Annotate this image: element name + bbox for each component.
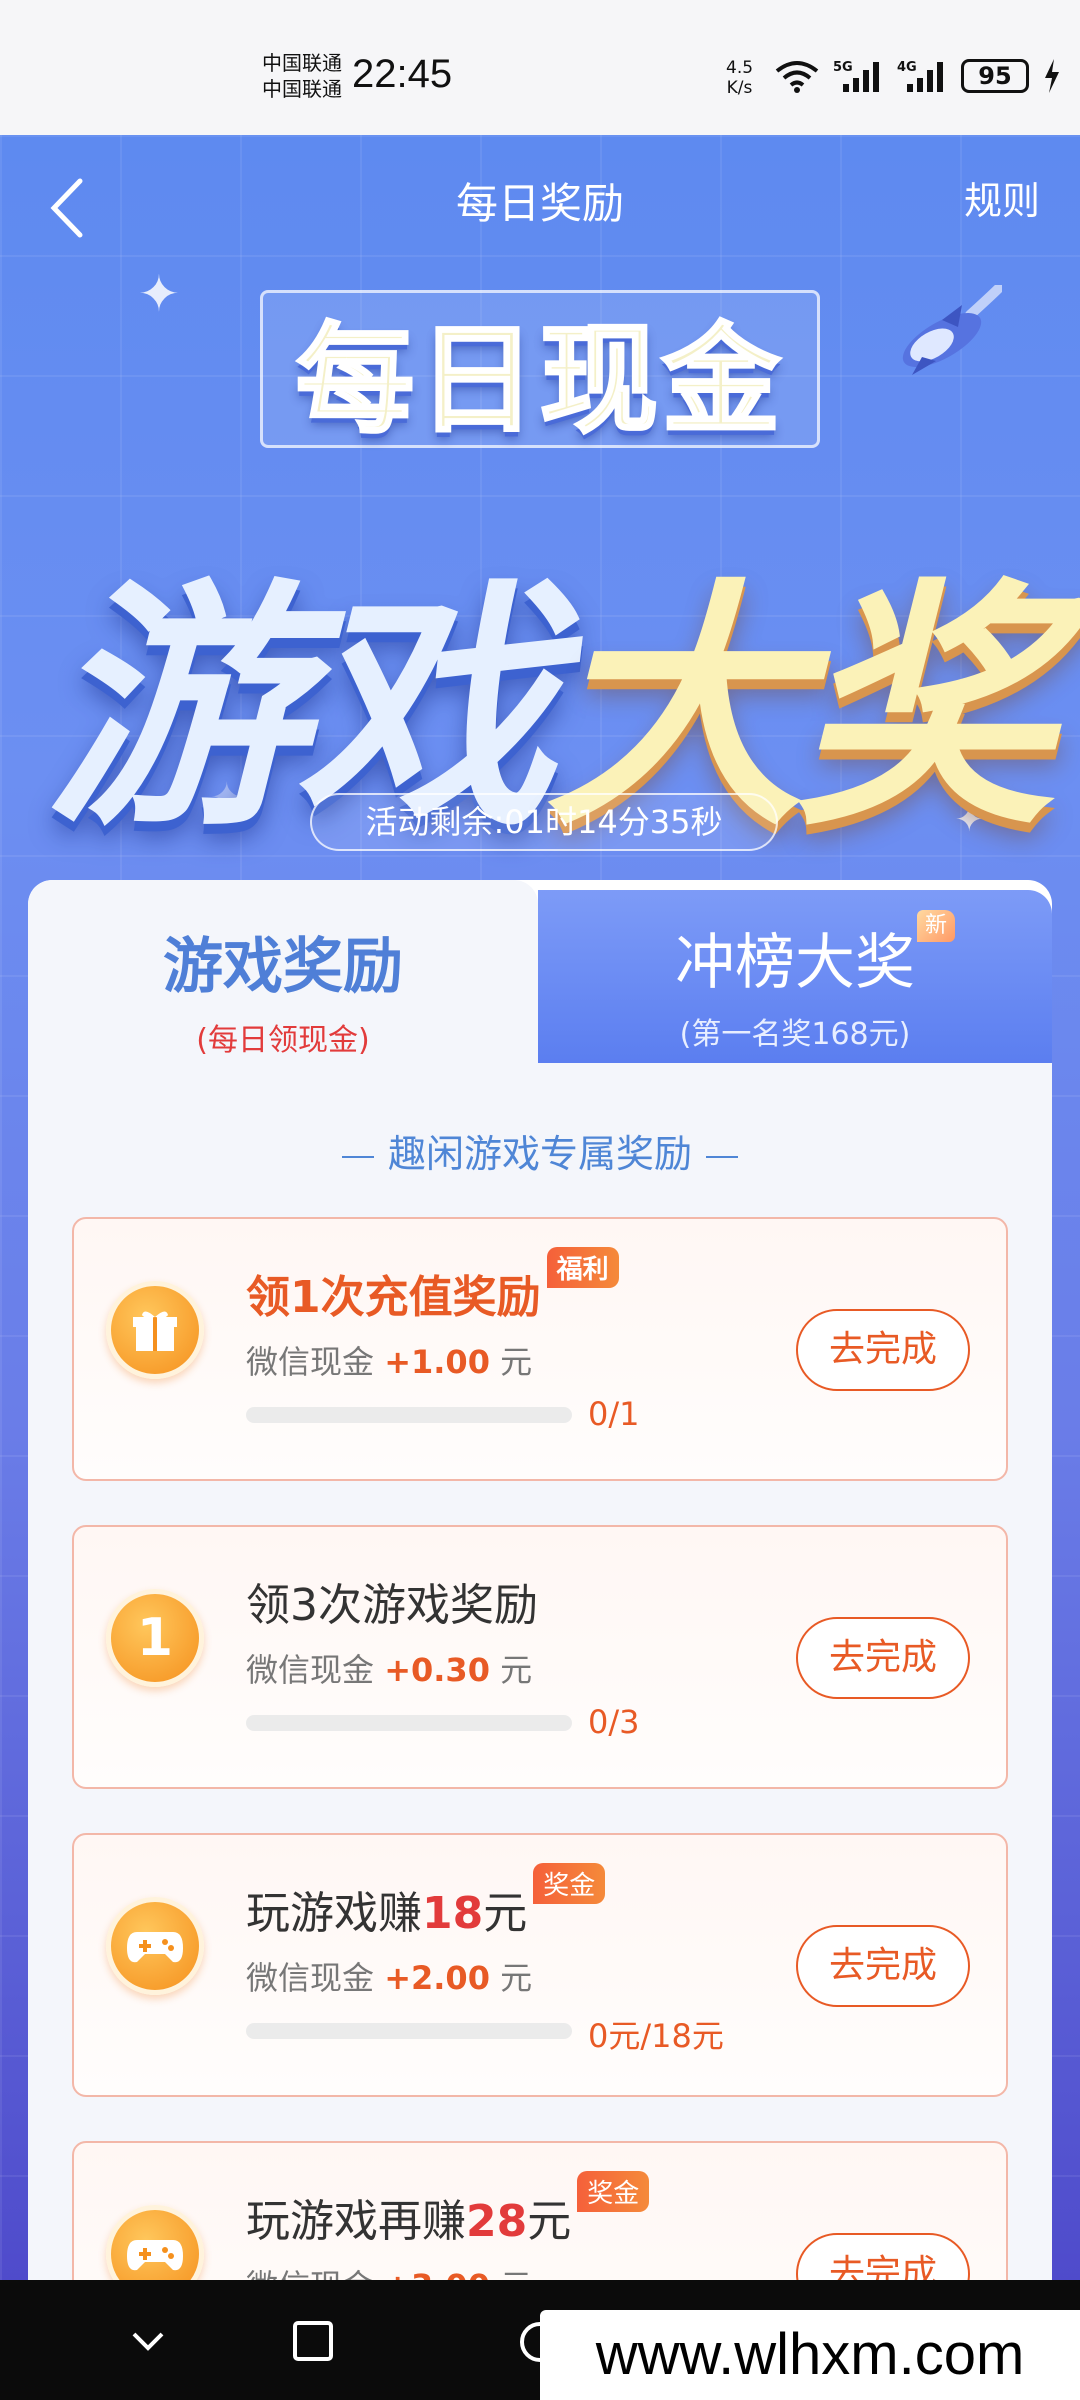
task-title: 领1次充值奖励福利 bbox=[246, 1247, 619, 1325]
task-list-area: 趣闲游戏专属奖励 领1次充值奖励福利 微信现金 +1.00 元 0/1 去完成 … bbox=[28, 1063, 1052, 2280]
status-bar: 中国联通 中国联通 22:45 4.5 K/s 5G 4G 95 bbox=[0, 0, 1080, 135]
title-pre: 玩游戏再赚 bbox=[246, 2196, 466, 2247]
wifi-icon bbox=[775, 61, 819, 93]
rocket-icon bbox=[902, 285, 1002, 375]
banner-text: 每日现金 bbox=[294, 309, 784, 450]
reward-unit: 元 bbox=[500, 1959, 533, 1997]
tab-subtitle: (第一名奖168元) bbox=[679, 1017, 911, 1052]
tab-subtitle: (每日领现金) bbox=[196, 1023, 370, 1058]
section-dash bbox=[341, 1155, 374, 1158]
task-item: 1 领3次游戏奖励 微信现金 +0.30 元 0/3 去完成 bbox=[72, 1525, 1008, 1789]
reward-unit: 元 bbox=[500, 1343, 533, 1381]
watermark: www.wlhxm.com bbox=[540, 2310, 1080, 2400]
section-title: 趣闲游戏专属奖励 bbox=[28, 1123, 1052, 1178]
gamepad-icon bbox=[106, 2205, 204, 2280]
title-num: 28 bbox=[466, 2196, 528, 2247]
task-title: 领3次游戏奖励 bbox=[246, 1580, 538, 1631]
gamepad-icon bbox=[106, 1897, 204, 1995]
chevron-down-icon[interactable] bbox=[128, 2320, 168, 2360]
task-badge: 福利 bbox=[546, 1247, 619, 1288]
task-reward: 微信现金 +2.00 元 bbox=[246, 1953, 532, 1999]
hero-section: 每日奖励 规则 ✦ ✦ ✦ 每日现金 游戏 大奖 活动剩余:01时14分35秒 … bbox=[0, 135, 1080, 2280]
carrier-info: 中国联通 中国联通 bbox=[262, 50, 342, 102]
status-time: 22:45 bbox=[352, 52, 453, 96]
reward-amount: +0.30 bbox=[384, 1651, 490, 1689]
task-reward: 微信现金 +1.00 元 bbox=[246, 1337, 532, 1383]
reward-unit: 元 bbox=[500, 2267, 532, 2280]
go-complete-button[interactable]: 去完成 bbox=[796, 1925, 970, 2007]
status-icons: 5G 4G 95 bbox=[775, 58, 1061, 94]
tab-bar: 游戏奖励 (每日领现金) 冲榜大奖新 (第一名奖168元) bbox=[28, 880, 1052, 1063]
task-item: 领1次充值奖励福利 微信现金 +1.00 元 0/1 去完成 bbox=[72, 1217, 1008, 1481]
task-title-text: 领1次充值奖励 bbox=[246, 1272, 541, 1323]
title-pre: 玩游戏赚 bbox=[246, 1888, 422, 1939]
reward-prefix: 微信现金 bbox=[246, 2267, 374, 2280]
battery-icon: 95 bbox=[961, 59, 1029, 93]
square-icon[interactable] bbox=[292, 2320, 334, 2362]
signal-4g-icon: 4G bbox=[897, 60, 943, 92]
section-title-text: 趣闲游戏专属奖励 bbox=[387, 1132, 692, 1176]
net-speed: 4.5 K/s bbox=[726, 58, 753, 98]
daily-cash-banner: 每日现金 bbox=[260, 290, 820, 450]
task-item: 玩游戏再赚28元奖金 微信现金 +3.00 元 去完成 bbox=[72, 2141, 1008, 2280]
new-badge: 新 bbox=[917, 910, 955, 942]
progress-text: 0/1 bbox=[588, 1395, 640, 1433]
go-complete-button[interactable]: 去完成 bbox=[796, 1309, 970, 1391]
task-title: 玩游戏赚18元奖金 bbox=[246, 1863, 606, 1941]
charging-icon bbox=[1045, 59, 1059, 93]
title-post: 元 bbox=[527, 2196, 572, 2247]
title-post: 元 bbox=[483, 1888, 528, 1939]
section-dash bbox=[706, 1155, 738, 1158]
reward-prefix: 微信现金 bbox=[246, 1959, 375, 1997]
rules-link[interactable]: 规则 bbox=[964, 170, 1040, 225]
tab-title-text: 冲榜大奖 bbox=[675, 928, 915, 998]
progress-text: 0元/18元 bbox=[588, 2017, 724, 2055]
reward-amount: +2.00 bbox=[384, 1959, 490, 1997]
reward-prefix: 微信现金 bbox=[246, 1651, 375, 1689]
signal-4g-label: 4G bbox=[897, 60, 917, 75]
reward-card: 游戏奖励 (每日领现金) 冲榜大奖新 (第一名奖168元) 趣闲游戏专属奖励 领… bbox=[28, 880, 1052, 2280]
reward-prefix: 微信现金 bbox=[246, 1343, 375, 1381]
number-one-icon: 1 bbox=[106, 1589, 204, 1687]
go-complete-button[interactable]: 去完成 bbox=[796, 1617, 970, 1699]
task-item: 玩游戏赚18元奖金 微信现金 +2.00 元 0元/18元 去完成 bbox=[72, 1833, 1008, 2097]
progress-text: 0/3 bbox=[588, 1703, 640, 1741]
net-speed-unit: K/s bbox=[726, 78, 753, 98]
carrier-1: 中国联通 bbox=[262, 51, 342, 75]
tab-game-rewards[interactable]: 游戏奖励 (每日领现金) bbox=[28, 880, 538, 1063]
progress-bar bbox=[246, 2023, 572, 2039]
sparkle-icon: ✦ bbox=[138, 265, 180, 323]
tab-title: 冲榜大奖新 bbox=[675, 910, 955, 1001]
task-badge: 奖金 bbox=[533, 1863, 606, 1904]
tab-title: 游戏奖励 bbox=[163, 932, 403, 1002]
icon-number: 1 bbox=[136, 1608, 174, 1668]
reward-unit: 元 bbox=[500, 1651, 533, 1689]
task-reward: 微信现金 +3.00 元 bbox=[246, 2261, 532, 2280]
reward-amount: +3.00 bbox=[384, 2267, 490, 2280]
page-title: 每日奖励 bbox=[455, 179, 624, 228]
signal-5g-label: 5G bbox=[833, 60, 853, 75]
carrier-2: 中国联通 bbox=[262, 77, 342, 101]
reward-amount: +1.00 bbox=[384, 1343, 490, 1381]
net-speed-value: 4.5 bbox=[726, 58, 754, 78]
progress-bar bbox=[246, 1407, 572, 1423]
progress-bar bbox=[246, 1715, 572, 1731]
task-reward: 微信现金 +0.30 元 bbox=[246, 1645, 532, 1691]
tab-leaderboard[interactable]: 冲榜大奖新 (第一名奖168元) bbox=[538, 890, 1052, 1063]
go-complete-button[interactable]: 去完成 bbox=[796, 2233, 970, 2280]
task-badge: 奖金 bbox=[577, 2171, 650, 2212]
task-title: 玩游戏再赚28元奖金 bbox=[246, 2171, 650, 2249]
gift-icon bbox=[106, 1281, 204, 1379]
title-num: 18 bbox=[422, 1888, 484, 1939]
countdown-timer: 活动剩余:01时14分35秒 bbox=[310, 793, 778, 851]
signal-5g-icon: 5G bbox=[833, 60, 879, 92]
